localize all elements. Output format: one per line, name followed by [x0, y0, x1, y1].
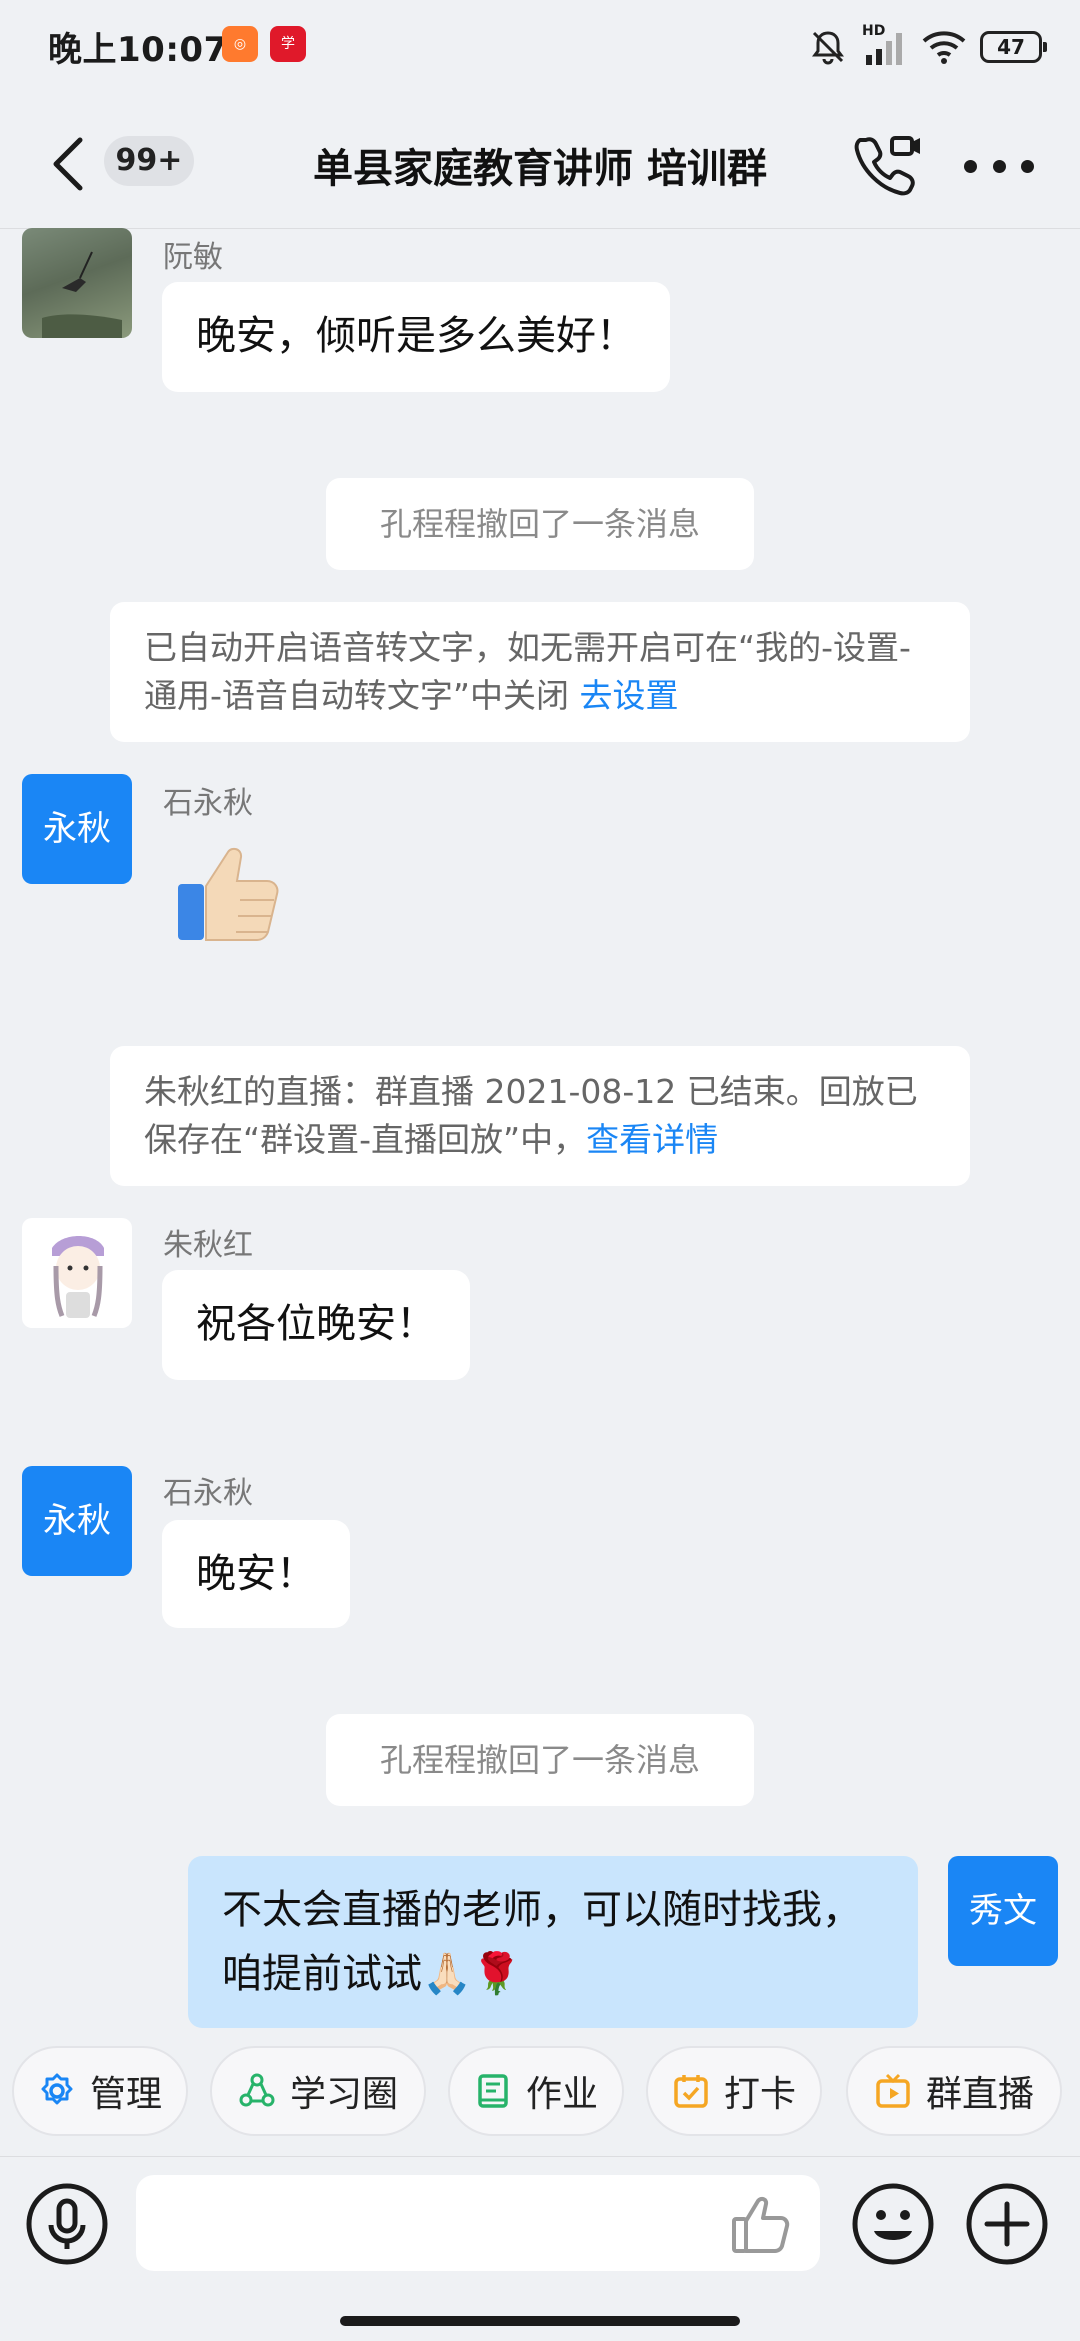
recall-notice: 孔程程撤回了一条消息	[326, 1714, 754, 1806]
message-bubble[interactable]: 晚安！	[162, 1520, 350, 1628]
add-attachment-icon[interactable]	[962, 2179, 1052, 2269]
shopping-app-icon: ◎	[222, 26, 258, 62]
home-indicator[interactable]	[340, 2316, 740, 2326]
status-icons: HD 47	[808, 22, 1047, 72]
avatar[interactable]: 永秋	[22, 1466, 132, 1576]
signal-icon: HD	[862, 23, 908, 67]
cartoon-girl-icon	[52, 1236, 104, 1318]
study-circle-button[interactable]: 学习圈	[210, 2046, 426, 2136]
message-input[interactable]	[136, 2175, 820, 2271]
thumbs-up-icon	[178, 847, 279, 941]
my-message-bubble[interactable]: 不太会直播的老师，可以随时找我，咱提前试试🙏🏻🌹	[188, 1856, 918, 2028]
my-avatar[interactable]: 秀文	[948, 1856, 1058, 1966]
group-title[interactable]: 单县家庭教育讲师 培训群	[240, 136, 840, 194]
mute-bell-icon	[812, 31, 844, 65]
more-options-icon[interactable]	[964, 156, 1034, 176]
sender-name: 朱秋红	[163, 1228, 253, 1263]
message-bubble[interactable]: 晚安，倾听是多么美好！	[162, 282, 670, 392]
manage-button[interactable]: 管理	[12, 2046, 188, 2136]
battery-indicator: 47	[980, 31, 1047, 63]
sender-name: 阮敏	[163, 240, 223, 275]
chip-label: 管理	[89, 2074, 162, 2115]
chip-label: 学习圈	[289, 2074, 398, 2115]
emoji-icon[interactable]	[848, 2179, 938, 2269]
avatar[interactable]	[22, 228, 132, 338]
thumbs-up-send-icon[interactable]	[728, 2191, 794, 2257]
live-ended-notice: 朱秋红的直播：群直播 2021-08-12 已结束。回放已保存在“群设置-直播回…	[110, 1046, 970, 1186]
wifi-icon	[922, 31, 966, 64]
quick-actions-bar: 管理 学习圈 作业 打卡 群直播	[0, 2046, 1080, 2146]
avatar[interactable]: 永秋	[22, 774, 132, 884]
view-details-link[interactable]: 查看详情	[586, 1120, 718, 1159]
sender-name: 石永秋	[163, 786, 253, 821]
thumbs-up-sticker[interactable]	[170, 834, 290, 954]
notice-text: 朱秋红的直播：群直播 2021-08-12 已结束。回放已保存在“群设置-直播回…	[144, 1072, 918, 1159]
network-type-label: HD	[862, 23, 886, 39]
live-tv-icon	[876, 2073, 910, 2108]
status-bar: 晚上10:07 ◎ 学 HD 47	[0, 0, 1080, 100]
notice-text: 已自动开启语音转文字，如无需开启可在“我的-设置-通用-语音自动转文字”中关闭	[144, 628, 911, 715]
sender-name: 石永秋	[163, 1476, 253, 1511]
circle-nodes-icon	[239, 2073, 275, 2107]
check-in-button[interactable]: 打卡	[646, 2046, 822, 2136]
chip-label: 打卡	[723, 2074, 796, 2115]
bird-photo-icon	[42, 251, 122, 338]
homework-button[interactable]: 作业	[448, 2046, 624, 2136]
chat-header: 99+ 单县家庭教育讲师 培训群	[0, 100, 1080, 229]
avatar[interactable]	[22, 1218, 132, 1328]
calendar-check-icon	[674, 2075, 708, 2108]
clock: 晚上10:07	[48, 30, 228, 70]
chip-label: 作业	[525, 2074, 598, 2115]
input-bar	[0, 2156, 1080, 2341]
voice-to-text-notice: 已自动开启语音转文字，如无需开启可在“我的-设置-通用-语音自动转文字”中关闭 …	[110, 602, 970, 742]
back-arrow-icon[interactable]	[44, 134, 94, 194]
study-app-icon: 学	[270, 26, 306, 62]
gear-icon	[41, 2073, 73, 2105]
message-bubble[interactable]: 祝各位晚安！	[162, 1270, 470, 1380]
voice-input-icon[interactable]	[22, 2179, 112, 2269]
go-settings-link[interactable]: 去设置	[580, 676, 679, 715]
video-call-icon[interactable]	[852, 130, 924, 202]
recall-notice: 孔程程撤回了一条消息	[326, 478, 754, 570]
group-live-button[interactable]: 群直播	[846, 2046, 1062, 2136]
unread-count-badge[interactable]: 99+	[104, 136, 194, 186]
book-icon	[478, 2074, 508, 2108]
chip-label: 群直播	[925, 2074, 1034, 2115]
